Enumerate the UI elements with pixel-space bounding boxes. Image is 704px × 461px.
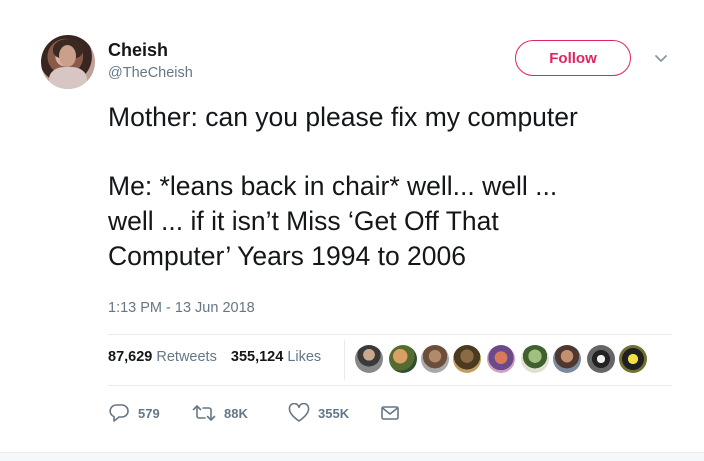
author-name[interactable]: Cheish xyxy=(108,40,168,61)
liker-avatar[interactable] xyxy=(355,345,383,373)
likes-label: Likes xyxy=(287,349,322,365)
liker-avatar[interactable] xyxy=(619,345,647,373)
reply-count: 579 xyxy=(138,405,160,421)
author-avatar[interactable] xyxy=(41,35,95,89)
reply-icon xyxy=(109,404,129,422)
tweet-card: Cheish @TheCheish Follow Mother: can you… xyxy=(0,0,704,461)
liker-avatar[interactable] xyxy=(389,345,417,373)
heart-icon xyxy=(288,403,310,422)
follow-button[interactable]: Follow xyxy=(515,40,631,76)
tweet-stats: 87,629 Retweets 355,124 Likes xyxy=(108,349,321,365)
liker-avatar[interactable] xyxy=(421,345,449,373)
like-button[interactable]: 355K xyxy=(288,400,349,426)
retweet-icon xyxy=(192,405,216,421)
liker-avatar[interactable] xyxy=(521,345,549,373)
retweets-stat[interactable]: 87,629 Retweets xyxy=(108,349,217,365)
chevron-down-icon[interactable] xyxy=(651,48,671,68)
divider xyxy=(344,340,345,380)
retweets-label: Retweets xyxy=(156,349,217,365)
direct-message-button[interactable] xyxy=(380,400,408,426)
like-count: 355K xyxy=(318,405,350,421)
divider xyxy=(108,385,672,386)
tweet-text: Mother: can you please fix my computer M… xyxy=(108,100,688,274)
retweet-count: 88K xyxy=(224,405,248,421)
retweet-button[interactable]: 88K xyxy=(192,400,248,426)
likes-stat[interactable]: 355,124 Likes xyxy=(231,349,321,365)
envelope-icon xyxy=(381,406,399,420)
likes-count: 355,124 xyxy=(230,349,284,365)
tweet-line: Me: *leans back in chair* well... well .… xyxy=(108,171,558,201)
liker-avatar[interactable] xyxy=(453,345,481,373)
tweet-timestamp[interactable]: 1:13 PM - 13 Jun 2018 xyxy=(108,300,255,316)
liker-avatar[interactable] xyxy=(553,345,581,373)
divider xyxy=(108,334,672,335)
reply-button[interactable]: 579 xyxy=(108,400,160,426)
tweet-line: well ... if it isn’t Miss ‘Get Off That xyxy=(108,206,499,236)
liker-avatar[interactable] xyxy=(587,345,615,373)
liker-avatar[interactable] xyxy=(487,345,515,373)
retweets-count: 87,629 xyxy=(108,349,153,365)
tweet-line: Mother: can you please fix my computer xyxy=(108,102,578,132)
author-handle[interactable]: @TheCheish xyxy=(108,65,193,81)
tweet-line: Computer’ Years 1994 to 2006 xyxy=(108,241,467,271)
